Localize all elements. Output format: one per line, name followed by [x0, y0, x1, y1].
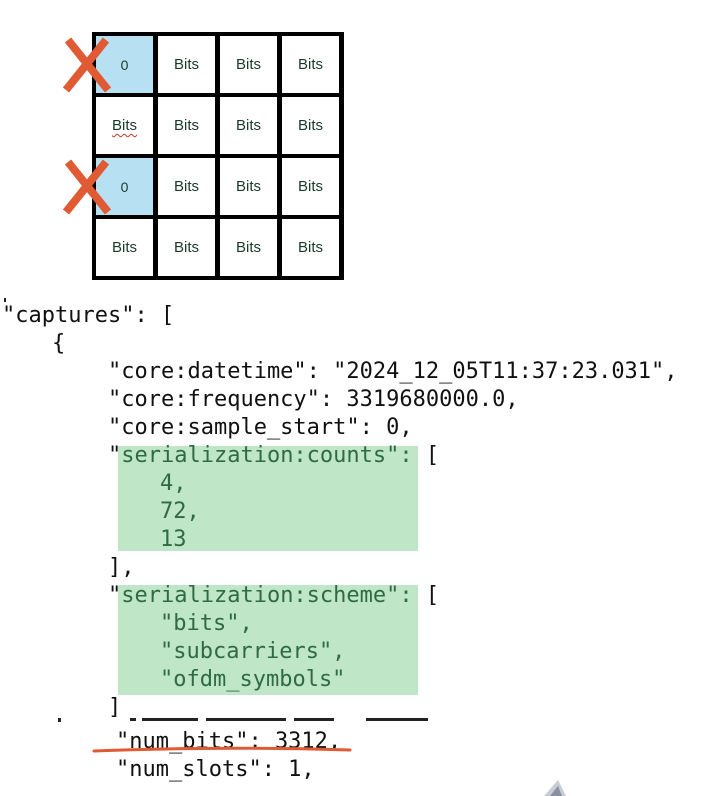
counts-value: 72,	[160, 499, 200, 524]
grid-cell: Bits	[220, 219, 277, 276]
code-line-datetime: "core:datetime": "2024_12_05T11:37:23.03…	[108, 359, 678, 384]
grid-cell-text: Bits	[235, 239, 261, 256]
grid-cell-text: Bits	[173, 56, 199, 73]
bracket: [	[412, 583, 440, 608]
grid-cell-text: Bits	[297, 178, 323, 195]
clipped-line-fragment	[130, 713, 430, 721]
grid-cell-text: Bits	[111, 117, 137, 134]
grid-cell-text: Bits	[173, 239, 199, 256]
scheme-value: "subcarriers",	[160, 639, 346, 664]
grid-cell-text: Bits	[173, 178, 199, 195]
grid-cell-text: Bits	[297, 239, 323, 256]
grid-cell: Bits	[96, 97, 153, 154]
num-bits-underline	[92, 746, 352, 753]
grid-cell: Bits	[158, 97, 215, 154]
code-line-sample-start: "core:sample_start": 0,	[108, 415, 413, 440]
stray-mark	[58, 718, 61, 722]
grid-cell-text: 0	[120, 56, 129, 73]
quote: "	[108, 583, 122, 608]
grid-cell: Bits	[158, 219, 215, 276]
quote: "	[108, 443, 122, 468]
grid-cell: Bits	[282, 36, 339, 93]
counts-key: serialization:counts":	[121, 443, 413, 468]
counts-value: 4,	[160, 471, 187, 496]
cross-mark-icon	[62, 159, 112, 215]
grid-cell: Bits	[158, 36, 215, 93]
code-line-scheme-close: ]	[108, 695, 122, 720]
grid-cell: Bits	[96, 219, 153, 276]
grid-cell-text: Bits	[235, 117, 261, 134]
scheme-key: serialization:scheme":	[121, 583, 413, 608]
grid-cell: Bits	[220, 158, 277, 215]
code-line-counts: "serialization:counts": [	[108, 442, 439, 470]
scheme-value: "ofdm_symbols"	[160, 667, 346, 692]
cross-mark-icon	[62, 37, 112, 93]
code-line-frequency: "core:frequency": 3319680000.0,	[108, 387, 519, 412]
grid-cell: Bits	[282, 97, 339, 154]
scheme-value: "bits",	[160, 611, 253, 636]
bit-grid: 0 Bits Bits Bits Bits Bits Bits Bits 0 B…	[92, 32, 344, 280]
grid-cell-text: Bits	[173, 117, 199, 134]
counts-value: 13	[160, 527, 187, 552]
grid-cell-text: Bits	[297, 56, 323, 73]
grid-cell: Bits	[220, 36, 277, 93]
grid-cell: Bits	[158, 158, 215, 215]
bracket: [	[412, 443, 440, 468]
grid-cell-text: Bits	[235, 178, 261, 195]
code-line-open-brace: {	[52, 331, 66, 356]
grid-cell-text: 0	[120, 178, 129, 195]
code-line-captures: "captures": [	[2, 303, 175, 328]
grid-cell: Bits	[282, 158, 339, 215]
grid-cell-text: Bits	[297, 117, 323, 134]
grid-cell: Bits	[282, 219, 339, 276]
grid-cell-text: Bits	[235, 56, 261, 73]
corner-logo-fragment-icon	[544, 780, 566, 796]
grid-cell-text: Bits	[111, 239, 137, 256]
code-line-num-slots: "num_slots": 1,	[116, 757, 315, 782]
grid-cell: Bits	[220, 97, 277, 154]
code-line-scheme: "serialization:scheme": [	[108, 582, 439, 610]
code-line-counts-close: ],	[108, 555, 135, 580]
